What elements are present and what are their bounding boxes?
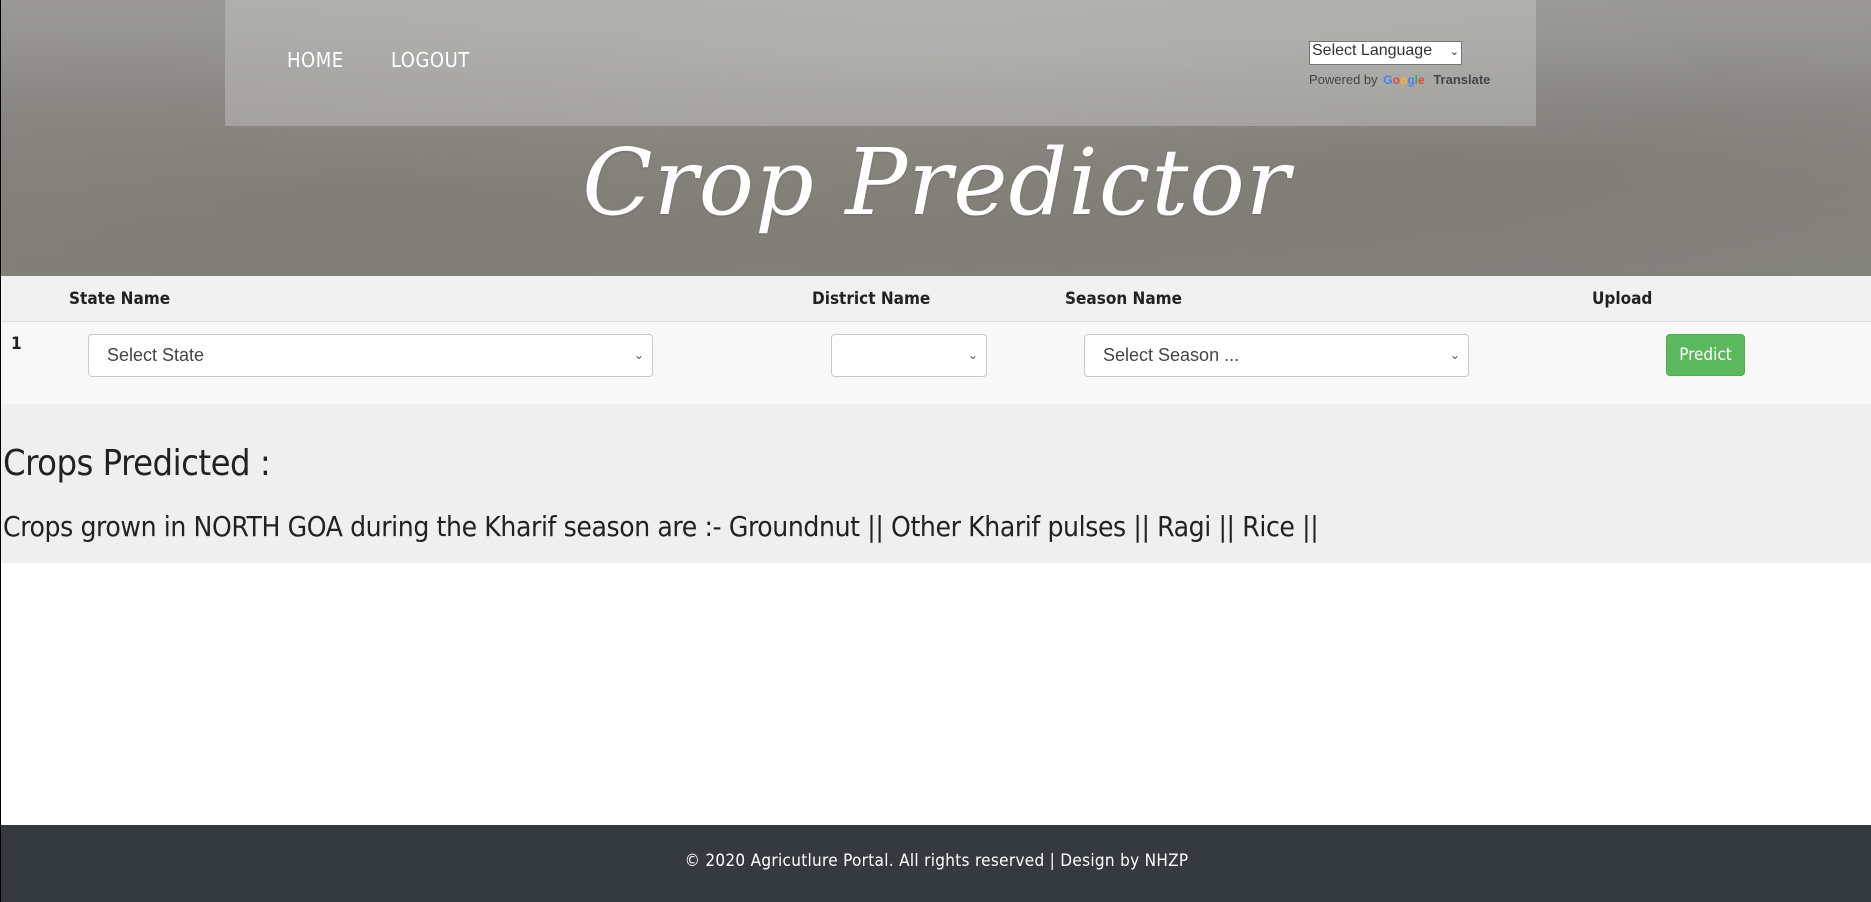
header-state-name: State Name [69, 289, 171, 309]
row-number: 1 [11, 334, 22, 354]
footer: © 2020 Agricutlure Portal. All rights re… [1, 825, 1871, 902]
chevron-down-icon: ⌄ [1449, 348, 1460, 362]
season-select-value: Select Season ... [1103, 345, 1240, 365]
header-district-name: District Name [812, 289, 931, 309]
results-heading: Crops Predicted : [3, 443, 271, 484]
language-select[interactable]: Select Language ⌄ [1309, 41, 1462, 65]
predict-button[interactable]: Predict [1666, 334, 1745, 376]
footer-copyright: © 2020 Agricutlure Portal. All rights re… [684, 851, 1189, 871]
powered-by-label: Powered by [1309, 72, 1378, 87]
google-translate-widget: Select Language ⌄ Powered by Google Tran… [1309, 41, 1490, 87]
nav-home-link[interactable]: HOME [287, 48, 344, 72]
season-select[interactable]: Select Season ... ⌄ [1084, 334, 1469, 377]
page-title: Crop Predictor [582, 129, 1291, 236]
table-row: 1 Select State ⌄ ⌄ Select Season ... ⌄ P… [1, 322, 1871, 404]
district-select[interactable]: ⌄ [831, 334, 987, 377]
results-message: Crops grown in NORTH GOA during the Khar… [3, 510, 1319, 543]
chevron-down-icon: ⌄ [1449, 46, 1459, 58]
state-select[interactable]: Select State ⌄ [88, 334, 653, 377]
header-upload: Upload [1592, 289, 1653, 309]
translate-link[interactable]: Translate [1433, 72, 1490, 87]
table-header-row: State Name District Name Season Name Upl… [1, 276, 1871, 322]
language-select-label: Select Language [1312, 42, 1433, 59]
state-select-value: Select State [107, 345, 205, 365]
results-panel: Crops Predicted : Crops grown in NORTH G… [1, 404, 1871, 563]
chevron-down-icon: ⌄ [633, 348, 644, 362]
chevron-down-icon: ⌄ [967, 348, 978, 362]
powered-by-google: Powered by Google Translate [1309, 72, 1490, 87]
header-season-name: Season Name [1065, 289, 1182, 309]
nav-logout-link[interactable]: LOGOUT [391, 48, 470, 72]
hero-banner: HOME LOGOUT Select Language ⌄ Powered by… [1, 0, 1871, 276]
google-logo: Google [1383, 73, 1425, 87]
